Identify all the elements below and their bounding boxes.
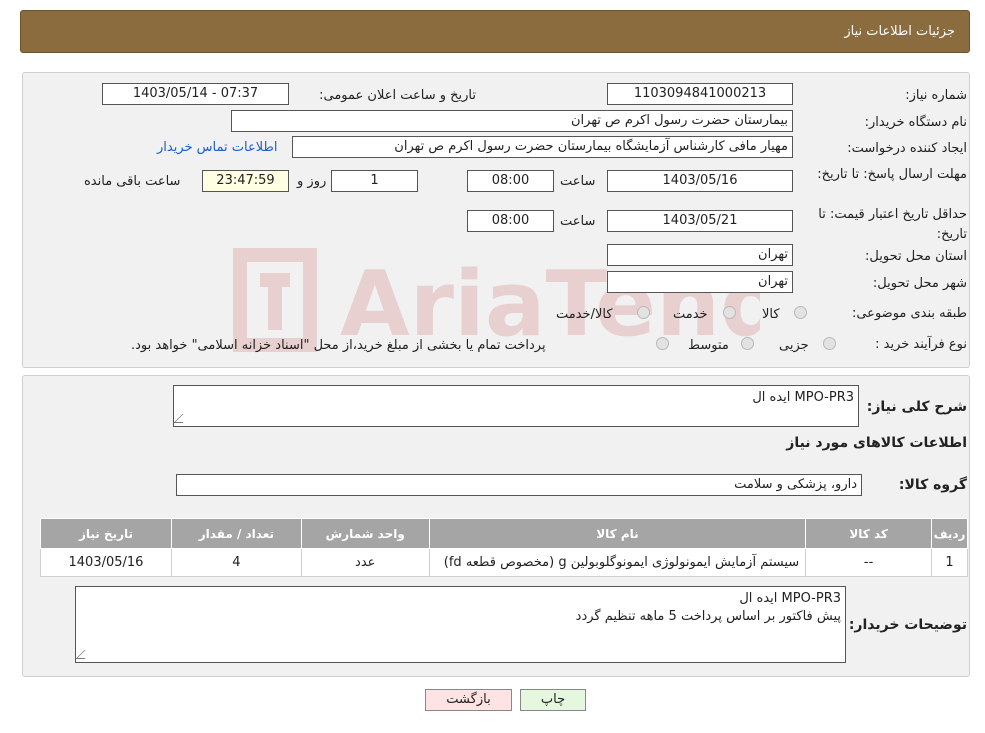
goods-group-label: گروه کالا: [898, 477, 967, 493]
need-summary-label: شرح کلی نیاز: [866, 399, 967, 415]
process-radio-minor[interactable] [823, 337, 836, 350]
deadline-date-field: 1403/05/16 [607, 170, 793, 192]
deadline-hour-label: ساعت [560, 174, 596, 189]
remaining-time-field: 23:47:59 [202, 170, 289, 192]
back-button[interactable]: بازگشت [425, 689, 512, 711]
process-type-label: نوع فرآیند خرید : [875, 337, 967, 352]
need-summary-textarea[interactable]: MPO-PR3 ایده ال [173, 385, 859, 427]
process-radio-medium[interactable] [741, 337, 754, 350]
category-label: طبقه بندی موضوعی: [851, 306, 967, 321]
col-need-date: تاریخ نیاز [40, 518, 172, 549]
price-validity-time-field: 08:00 [467, 210, 554, 232]
cell-quantity: 4 [170, 548, 302, 577]
cell-row-number: 1 [931, 548, 968, 577]
print-button[interactable]: چاپ [520, 689, 586, 711]
validity-hour-label: ساعت [560, 214, 596, 229]
resize-grip-icon[interactable] [173, 414, 192, 423]
process-option-minor: جزیی [779, 338, 809, 353]
goods-table: ردیف کد کالا نام کالا واحد شمارش تعداد /… [40, 518, 968, 577]
days-field: 1 [331, 170, 418, 192]
city-field: تهران [607, 271, 793, 293]
province-label: استان محل تحویل: [865, 249, 967, 264]
buyer-notes-label: توضیحات خریدار: [848, 617, 967, 633]
col-goods-code: کد کالا [805, 518, 933, 549]
requester-label: ایجاد کننده درخواست: [847, 141, 967, 156]
category-option-goods-service: کالا/خدمت [556, 307, 613, 322]
process-note: پرداخت تمام یا بخشی از مبلغ خرید،از محل … [131, 338, 546, 353]
resize-grip-icon[interactable] [75, 650, 94, 659]
deadline-label: مهلت ارسال پاسخ: تا تاریخ: [817, 167, 967, 182]
category-radio-service[interactable] [723, 306, 736, 319]
province-field: تهران [607, 244, 793, 266]
deadline-time-field: 08:00 [467, 170, 554, 192]
cell-need-date: 1403/05/16 [40, 548, 172, 577]
col-quantity: تعداد / مقدار [170, 518, 302, 549]
col-goods-name: نام کالا [428, 518, 807, 549]
goods-section-title: اطلاعات کالاهای مورد نیاز [786, 435, 967, 451]
category-option-goods: کالا [762, 307, 780, 322]
col-unit: واحد شمارش [300, 518, 430, 549]
process-radio-treasury[interactable] [656, 337, 669, 350]
col-row-number: ردیف [931, 518, 968, 549]
remaining-time-label: ساعت باقی مانده [84, 174, 181, 189]
days-label: روز و [297, 174, 327, 189]
need-number-field: 1103094841000213 [607, 83, 793, 105]
buyer-notes-textarea[interactable]: MPO-PR3 ایده ال پیش فاکتور بر اساس پرداخ… [75, 586, 846, 663]
buyer-org-field: بیمارستان حضرت رسول اکرم ص تهران [231, 110, 793, 132]
buyer-contact-link[interactable]: اطلاعات تماس خریدار [157, 140, 277, 155]
announce-datetime-label: تاریخ و ساعت اعلان عمومی: [319, 88, 476, 103]
page-header: جزئیات اطلاعات نیاز [20, 10, 970, 53]
price-validity-label: حداقل تاریخ اعتبار قیمت: تا تاریخ: [818, 207, 967, 242]
cell-unit: عدد [300, 548, 430, 577]
goods-table-header: ردیف کد کالا نام کالا واحد شمارش تعداد /… [40, 518, 968, 549]
need-summary-text: MPO-PR3 ایده ال [752, 390, 854, 405]
category-radio-goods[interactable] [794, 306, 807, 319]
buyer-notes-line-1: MPO-PR3 ایده ال [739, 591, 841, 606]
city-label: شهر محل تحویل: [872, 276, 967, 291]
page-title: جزئیات اطلاعات نیاز [844, 24, 955, 39]
table-row: 1 -- سیستم آزمایش ایمونولوژی ایمونوگلوبو… [40, 548, 968, 577]
requester-field: مهیار مافی کارشناس آزمایشگاه بیمارستان ح… [292, 136, 793, 158]
category-radio-goods-service[interactable] [637, 306, 650, 319]
goods-group-field: دارو، پزشکی و سلامت [176, 474, 862, 496]
cell-goods-code: -- [805, 548, 933, 577]
cell-goods-name: سیستم آزمایش ایمونولوژی ایمونوگلوبولین g… [428, 548, 807, 577]
buyer-org-label: نام دستگاه خریدار: [864, 115, 967, 130]
process-option-medium: متوسط [688, 338, 729, 353]
need-number-label: شماره نیاز: [905, 88, 967, 103]
category-option-service: خدمت [673, 307, 708, 322]
announce-datetime-field: 1403/05/14 - 07:37 [102, 83, 289, 105]
buyer-notes-line-2: پیش فاکتور بر اساس پرداخت 5 ماهه تنظیم گ… [575, 609, 841, 624]
price-validity-date-field: 1403/05/21 [607, 210, 793, 232]
